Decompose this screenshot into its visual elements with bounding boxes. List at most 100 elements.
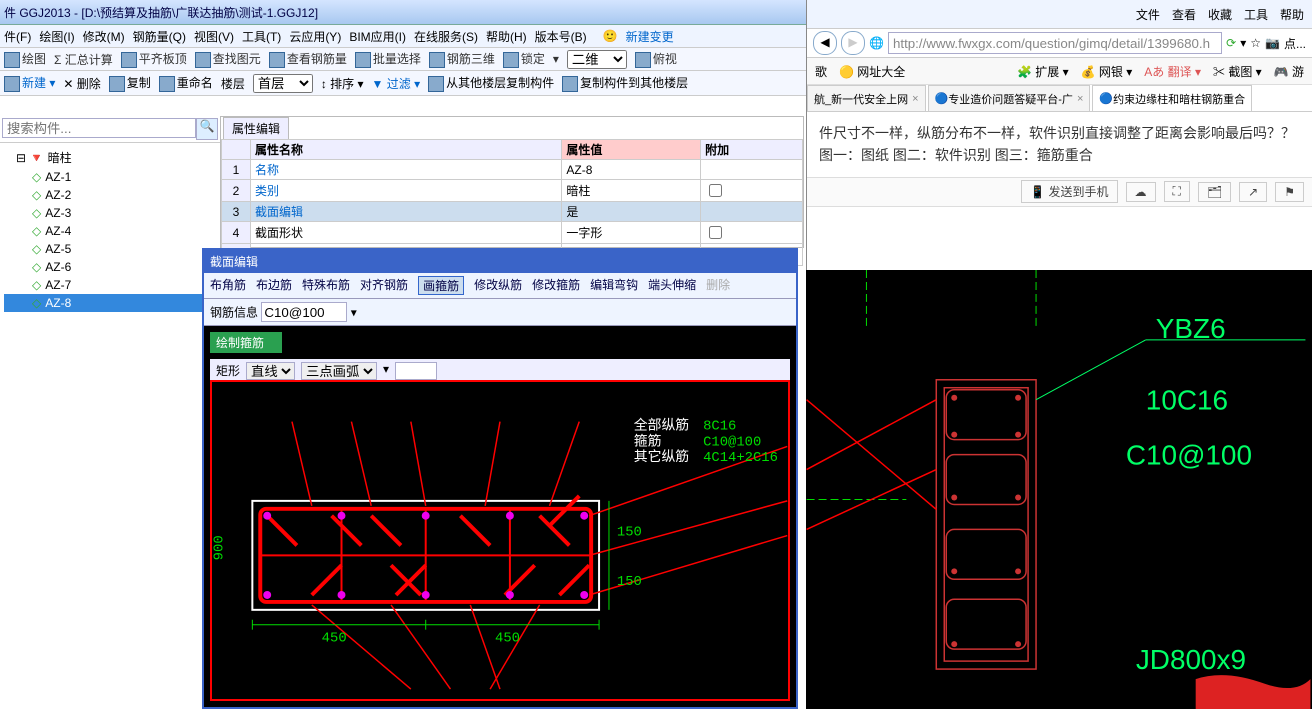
tool-copy[interactable]: 复制: [109, 74, 151, 92]
tool-edge[interactable]: 布边筋: [256, 276, 292, 295]
tool-rename[interactable]: 重命名: [159, 74, 213, 92]
shape-label: 矩形: [216, 362, 240, 380]
send-phone-button[interactable]: 📱 发送到手机: [1021, 180, 1117, 203]
menu-modify[interactable]: 修改(M): [83, 28, 125, 45]
tab-close-icon[interactable]: ×: [912, 93, 918, 105]
tree-item[interactable]: ◇AZ-3: [4, 204, 216, 222]
tool-del[interactable]: 删除: [706, 276, 730, 295]
bookmark-a[interactable]: 歌: [815, 63, 827, 80]
cloud-icon[interactable]: ☁: [1126, 182, 1156, 202]
browser-menu-file[interactable]: 文件: [1136, 6, 1160, 23]
menu-online[interactable]: 在线服务(S): [414, 28, 478, 45]
more-link[interactable]: 点...: [1284, 35, 1306, 52]
search-button[interactable]: 🔍: [196, 118, 218, 140]
browser-tab[interactable]: 🔵 专业造价问题答疑平台-广×: [928, 85, 1091, 111]
tool-sum[interactable]: Σ 汇总计算: [54, 51, 113, 68]
svg-text:900: 900: [212, 535, 228, 560]
tree-item[interactable]: ◇AZ-5: [4, 240, 216, 258]
svg-text:150: 150: [617, 525, 642, 541]
refresh-icon[interactable]: ⟳: [1226, 36, 1236, 50]
tool-batch[interactable]: 批量选择: [355, 50, 421, 68]
menu-bim[interactable]: BIM应用(I): [349, 28, 406, 45]
tool-flat[interactable]: 平齐板顶: [121, 50, 187, 68]
menu-steel[interactable]: 钢筋量(Q): [133, 28, 186, 45]
bank-button[interactable]: 💰 网银 ▾: [1081, 63, 1133, 80]
bookmark-b[interactable]: 🟡 网址大全: [839, 63, 905, 80]
tool-hook[interactable]: 编辑弯钩: [590, 276, 638, 295]
tool-viewsteel[interactable]: 查看钢筋量: [269, 50, 347, 68]
flag-icon[interactable]: ⚑: [1275, 182, 1304, 202]
tool-special[interactable]: 特殊布筋: [302, 276, 350, 295]
tool-viewsrc[interactable]: 查找图元: [195, 50, 261, 68]
browser-menu-tool[interactable]: 工具: [1244, 6, 1268, 23]
arc-select[interactable]: 三点画弧: [301, 362, 377, 380]
steel-info-label: 钢筋信息: [210, 306, 258, 320]
tool-topview[interactable]: 俯视: [635, 50, 677, 68]
tree-item[interactable]: ◇AZ-4: [4, 222, 216, 240]
screenshot-button[interactable]: ✂ 截图 ▾: [1213, 63, 1262, 80]
tool-copyfrom[interactable]: 从其他楼层复制构件: [428, 74, 554, 92]
tab-close-icon[interactable]: ×: [1077, 93, 1083, 105]
line-select[interactable]: 直线: [246, 362, 295, 380]
tool-steel3d[interactable]: 钢筋三维: [429, 50, 495, 68]
tree-item[interactable]: ◇AZ-2: [4, 186, 216, 204]
floor-select[interactable]: 首层: [253, 74, 313, 93]
menu-version[interactable]: 版本号(B): [535, 28, 587, 45]
tool-extend[interactable]: 端头伸缩: [648, 276, 696, 295]
url-input[interactable]: [888, 32, 1222, 54]
tool-stirrup[interactable]: 画箍筋: [418, 276, 464, 295]
menu-draw[interactable]: 绘图(I): [39, 28, 74, 45]
back-button[interactable]: ◀: [813, 31, 837, 55]
tree-item-selected[interactable]: ◇AZ-8: [4, 294, 216, 312]
menu-cloud[interactable]: 云应用(Y): [289, 28, 341, 45]
svg-text:JD800x9: JD800x9: [1136, 644, 1246, 675]
layers-icon[interactable]: 🗂: [1198, 182, 1231, 202]
prop-check[interactable]: [709, 184, 722, 197]
cad-drawing[interactable]: YBZ6 10C16 C10@100 JD800x9: [806, 270, 1312, 709]
prop-check[interactable]: [709, 226, 722, 239]
tree-item[interactable]: ◇AZ-7: [4, 276, 216, 294]
tool-copyto[interactable]: 复制构件到其他楼层: [562, 74, 688, 92]
steel-info-input[interactable]: [261, 302, 347, 322]
browser-menu-fav[interactable]: 收藏: [1208, 6, 1232, 23]
tool-new[interactable]: 新建 ▾: [4, 74, 55, 92]
menu-newchange[interactable]: 新建变更: [626, 28, 674, 45]
tool-align[interactable]: 对齐钢筋: [360, 276, 408, 295]
compat-icon[interactable]: 📷: [1265, 36, 1280, 50]
browser-titlebar: 7.1 文件 查看 收藏 工具 帮助: [807, 0, 1312, 29]
star-icon[interactable]: ☆: [1250, 36, 1261, 50]
property-pane: 属性编辑 属性名称属性值附加 1名称AZ-8 2类别暗柱 3截面编辑是 4截面形…: [220, 116, 804, 248]
tool-draw[interactable]: 绘图: [4, 50, 46, 68]
expand-icon[interactable]: ⛶: [1164, 181, 1190, 202]
menu-help[interactable]: 帮助(H): [486, 28, 527, 45]
menu-file[interactable]: 件(F): [4, 28, 31, 45]
section-canvas[interactable]: 450 450 150 150 全部纵筋8C16 箍筋C10@100 其它纵筋4…: [210, 380, 790, 701]
svg-text:10C16: 10C16: [1146, 385, 1228, 416]
tool-filter[interactable]: ▼ 过滤 ▾: [372, 75, 421, 92]
browser-menu-view[interactable]: 查看: [1172, 6, 1196, 23]
ext-button[interactable]: 🧩 扩展 ▾: [1017, 63, 1069, 80]
col-value: 属性值: [562, 140, 701, 160]
tool-lock[interactable]: 锁定: [503, 50, 545, 68]
tool-modlong[interactable]: 修改纵筋: [474, 276, 522, 295]
tree-root[interactable]: ⊟ 🔻 暗柱: [4, 147, 216, 168]
tool-modstirrup[interactable]: 修改箍筋: [532, 276, 580, 295]
menu-tool[interactable]: 工具(T): [242, 28, 281, 45]
tree-item[interactable]: ◇AZ-6: [4, 258, 216, 276]
search-input[interactable]: [2, 118, 196, 138]
browser-tab[interactable]: 航_新一代安全上网×: [807, 85, 926, 111]
browser-menu-help[interactable]: 帮助: [1280, 6, 1304, 23]
tool-delete[interactable]: ✕ 删除: [63, 75, 100, 92]
tool-corner[interactable]: 布角筋: [210, 276, 246, 295]
share-icon[interactable]: ↗: [1239, 182, 1267, 202]
game-button[interactable]: 🎮 游: [1274, 63, 1304, 80]
translate-button[interactable]: Aあ 翻译 ▾: [1144, 63, 1201, 80]
forward-button[interactable]: ▶: [841, 31, 865, 55]
tool-sort[interactable]: ↕ 排序 ▾: [321, 75, 364, 92]
svg-text:8C16: 8C16: [703, 419, 736, 435]
tree-item[interactable]: ◇AZ-1: [4, 168, 216, 186]
menu-view[interactable]: 视图(V): [194, 28, 234, 45]
browser-tab-active[interactable]: 🔵 约束边缘柱和暗柱钢筋重合: [1092, 85, 1252, 111]
property-tab[interactable]: 属性编辑: [223, 117, 289, 139]
view-mode-select[interactable]: 二维: [567, 50, 627, 69]
